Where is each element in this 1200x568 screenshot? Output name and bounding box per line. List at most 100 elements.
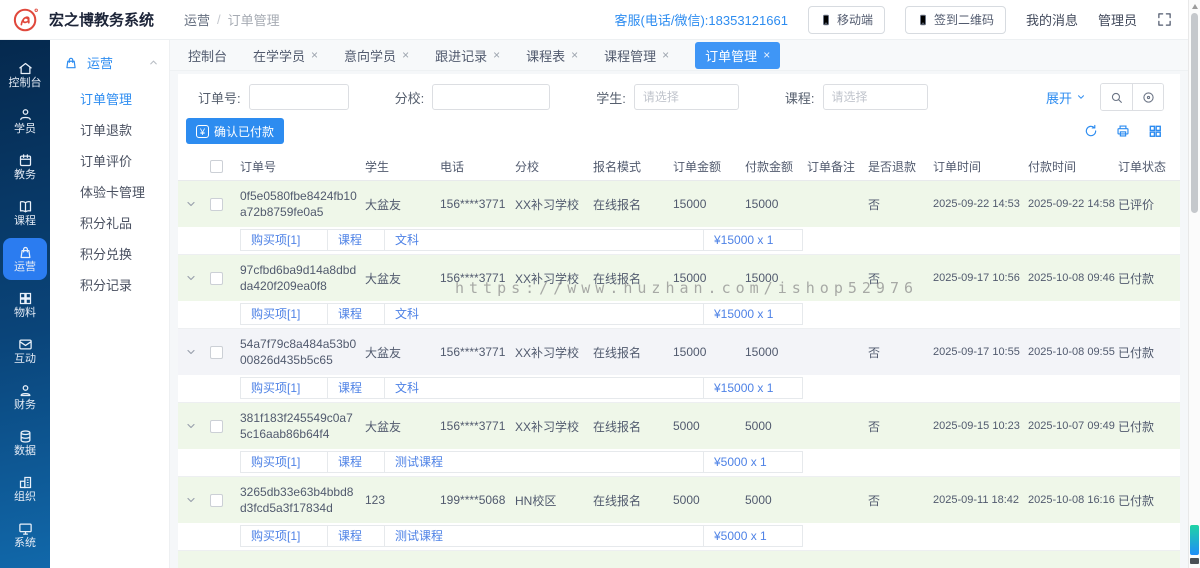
purchase-item-label: 购买项[1] <box>240 377 328 399</box>
printer-icon[interactable] <box>1116 124 1130 138</box>
table-row[interactable]: 381f183f245549c0a75c16aab86b64f4 大盆友 156… <box>178 403 1180 449</box>
submenu-item[interactable]: 积分记录 <box>50 270 169 301</box>
student-select[interactable] <box>633 84 739 110</box>
data-icon <box>18 429 33 444</box>
branch-input[interactable] <box>432 84 551 110</box>
scrollbar-thumb[interactable] <box>1191 13 1198 213</box>
row-checkbox[interactable] <box>210 197 223 211</box>
column-header: 订单号 <box>240 160 277 174</box>
rail-item[interactable]: 数据 <box>0 420 50 466</box>
order-no-input[interactable] <box>248 84 349 110</box>
rail-item[interactable]: 学员 <box>0 98 50 144</box>
order-row-group: 44d7a15f20e343b2a2 123 199****5068 HN校区 … <box>178 551 1180 568</box>
submenu-item[interactable]: 订单评价 <box>50 146 169 177</box>
purchase-item-price: ¥5000 x 1 <box>703 451 803 473</box>
rail-item[interactable]: 物料 <box>0 282 50 328</box>
tab-label: 订单管理 <box>705 48 758 64</box>
scrollbar-up-arrow-icon[interactable] <box>1192 4 1198 9</box>
rail-item[interactable]: 互动 <box>0 328 50 374</box>
submenu-item[interactable]: 体验卡管理 <box>50 177 169 208</box>
confirm-paid-button[interactable]: ¥ 确认已付款 <box>186 118 285 144</box>
rail-item[interactable]: 组织 <box>0 466 50 512</box>
mobile-app-button[interactable]: 移动端 <box>807 5 885 34</box>
submenu-item[interactable]: 订单退款 <box>50 115 169 146</box>
rail-item[interactable]: 课程 <box>0 190 50 236</box>
floating-gradient-button[interactable] <box>1190 525 1199 555</box>
floating-widget-icon[interactable] <box>1190 558 1199 564</box>
content-card: 订单号: 分校: 学生: 课程: <box>178 74 1180 568</box>
tab[interactable]: 课程管理 × <box>604 46 669 65</box>
fullscreen-icon[interactable] <box>1157 12 1172 27</box>
purchase-items-row: 购买项[1] 课程 测试课程 ¥5000 x 1 <box>178 449 1180 477</box>
table-row[interactable]: 97cfbd6ba9d14a8dbdda420f209ea0f8 大盆友 156… <box>178 255 1180 301</box>
order-row-group: 97cfbd6ba9d14a8dbdda420f209ea0f8 大盆友 156… <box>178 255 1180 329</box>
tab[interactable]: 跟进记录 × <box>435 46 500 65</box>
status-cell: 已付款 <box>1118 345 1155 360</box>
submenu-item[interactable]: 积分兑换 <box>50 239 169 270</box>
chevron-down-icon[interactable] <box>185 494 197 506</box>
tab[interactable]: 意向学员 × <box>344 46 409 65</box>
table-row[interactable]: 44d7a15f20e343b2a2 123 199****5068 HN校区 … <box>178 551 1180 568</box>
submenu-header[interactable]: 运营 <box>50 40 169 84</box>
table-row[interactable]: 54a7f79c8a484a53b000826d435b5c65 大盆友 156… <box>178 329 1180 375</box>
tab[interactable]: 控制台 <box>188 46 227 65</box>
checkin-qrcode-button[interactable]: 签到二维码 <box>904 5 1006 34</box>
search-button[interactable] <box>1101 84 1132 110</box>
rail-item[interactable]: 系统 <box>0 512 50 558</box>
purchase-items-row: 购买项[1] 课程 测试课程 ¥5000 x 1 <box>178 523 1180 551</box>
chevron-down-icon[interactable] <box>185 420 197 432</box>
purchase-item-label: 购买项[1] <box>240 451 328 473</box>
refresh-icon[interactable] <box>1084 124 1098 138</box>
purchase-item-type: 课程 <box>327 525 385 547</box>
purchase-item-name: 文科 <box>384 303 704 325</box>
rail-item[interactable]: 财务 <box>0 374 50 420</box>
order-no-label: 订单号: <box>198 90 241 106</box>
tab-close-icon[interactable]: × <box>402 49 409 61</box>
signup-mode-cell: 在线报名 <box>593 271 642 286</box>
reset-button[interactable] <box>1132 84 1163 110</box>
my-messages-link[interactable]: 我的消息 <box>1026 10 1078 29</box>
chevron-down-icon[interactable] <box>185 346 197 358</box>
course-select[interactable] <box>822 84 928 110</box>
tab-close-icon[interactable]: × <box>493 49 500 61</box>
current-user[interactable]: 管理员 <box>1098 10 1137 29</box>
purchase-item-type: 课程 <box>327 377 385 399</box>
tab[interactable]: 在学学员 × <box>253 46 318 65</box>
order-time-cell: 2025-09-22 14:53 <box>933 198 1020 210</box>
tab-close-icon[interactable]: × <box>311 49 318 61</box>
pay-time-cell: 2025-10-08 09:55 <box>1028 346 1115 358</box>
select-all-checkbox[interactable] <box>210 160 223 173</box>
chevron-down-icon[interactable] <box>185 272 197 284</box>
table-row[interactable]: 3265db33e63b4bbd8d3fcd5a3f17834d 123 199… <box>178 477 1180 523</box>
tab-close-icon[interactable]: × <box>571 49 578 61</box>
row-checkbox[interactable] <box>210 419 223 433</box>
order-amount-cell: 15000 <box>673 345 707 359</box>
row-checkbox[interactable] <box>210 493 223 507</box>
submenu-item[interactable]: 订单管理 <box>50 84 169 115</box>
window-scrollbar[interactable] <box>1188 0 1200 568</box>
submenu-item[interactable]: 积分礼品 <box>50 208 169 239</box>
column-settings-icon[interactable] <box>1148 124 1162 138</box>
order-amount-cell: 5000 <box>673 493 700 507</box>
refunded-cell: 否 <box>868 493 881 508</box>
table-row[interactable]: 0f5e0580fbe8424fb10a72b8759fe0a5 大盆友 156… <box>178 181 1180 227</box>
order-time-cell: 2025-09-15 10:23 <box>933 420 1020 432</box>
chevron-up-icon[interactable] <box>148 57 159 68</box>
rail-item[interactable]: 运营 <box>0 236 50 282</box>
row-checkbox[interactable] <box>210 271 223 285</box>
paid-amount-cell: 5000 <box>745 419 772 433</box>
chevron-down-icon[interactable] <box>185 198 197 210</box>
student-cell: 大盆友 <box>365 271 402 286</box>
column-header: 付款时间 <box>1028 160 1077 174</box>
purchase-item-price: ¥5000 x 1 <box>703 525 803 547</box>
row-checkbox[interactable] <box>210 345 223 359</box>
rail-item[interactable]: 控制台 <box>0 52 50 98</box>
tab-close-icon[interactable]: × <box>763 49 770 61</box>
tab[interactable]: 订单管理 × <box>695 41 781 69</box>
breadcrumb-section[interactable]: 运营 <box>184 10 210 29</box>
tab-close-icon[interactable]: × <box>662 49 669 61</box>
pay-time-cell: 2025-10-07 09:49 <box>1028 420 1115 432</box>
rail-item[interactable]: 教务 <box>0 144 50 190</box>
expand-filters-link[interactable]: 展开 <box>1046 88 1086 107</box>
tab[interactable]: 课程表 × <box>526 46 578 65</box>
